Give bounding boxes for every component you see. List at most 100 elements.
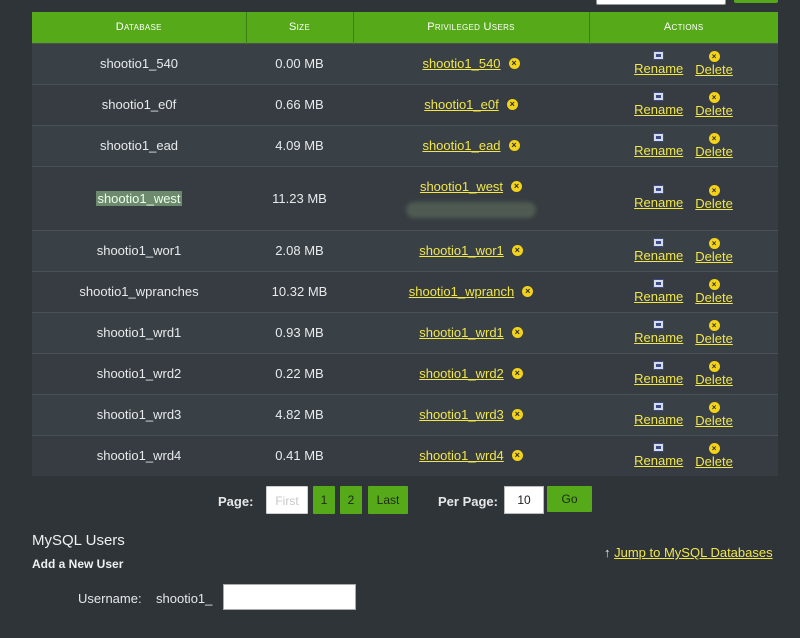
rename-icon[interactable] bbox=[653, 442, 665, 452]
rename-action[interactable]: Rename bbox=[634, 91, 683, 118]
delete-action[interactable]: × Delete bbox=[695, 278, 733, 305]
revoke-user-icon[interactable]: × bbox=[511, 327, 523, 338]
rename-icon[interactable] bbox=[653, 360, 665, 370]
revoke-user-icon[interactable]: × bbox=[508, 58, 520, 69]
rename-action[interactable]: Rename bbox=[634, 360, 683, 387]
revoke-user-icon[interactable]: × bbox=[508, 140, 520, 151]
row-actions: Rename × Delete bbox=[589, 278, 778, 305]
rename-icon[interactable] bbox=[653, 132, 665, 142]
delete-icon[interactable]: × bbox=[708, 360, 720, 372]
rename-action[interactable]: Rename bbox=[634, 185, 683, 211]
revoke-user-icon[interactable]: × bbox=[511, 180, 523, 192]
privileged-user-link[interactable]: shootio1_e0f bbox=[424, 97, 498, 112]
delete-action[interactable]: × Delete bbox=[695, 319, 733, 346]
privileged-user-link[interactable]: shootio1_wpranch bbox=[409, 284, 515, 299]
jump-to-databases-link[interactable]: Jump to MySQL Databases bbox=[614, 545, 772, 560]
column-header-size[interactable]: Size bbox=[246, 12, 354, 43]
row-actions: Rename × Delete bbox=[589, 319, 778, 346]
database-size: 10.32 MB bbox=[271, 284, 328, 299]
rename-icon[interactable] bbox=[653, 401, 665, 411]
privileged-user-link[interactable]: shootio1_wrd2 bbox=[419, 366, 504, 381]
delete-icon[interactable]: × bbox=[708, 442, 720, 454]
privileged-user-link[interactable]: shootio1_wrd3 bbox=[419, 407, 504, 422]
delete-action[interactable]: × Delete bbox=[695, 360, 733, 387]
rename-icon[interactable] bbox=[653, 91, 665, 101]
actions-cell: Rename × Delete bbox=[589, 229, 778, 271]
rename-action[interactable]: Rename bbox=[634, 442, 683, 469]
privileged-user-link[interactable]: shootio1_wrd4 bbox=[419, 448, 504, 463]
delete-icon[interactable]: × bbox=[708, 132, 720, 144]
delete-link[interactable]: Delete bbox=[695, 454, 733, 469]
delete-icon[interactable]: × bbox=[708, 401, 720, 413]
delete-action[interactable]: × Delete bbox=[695, 132, 733, 159]
revoke-user-icon[interactable]: × bbox=[511, 450, 523, 462]
rename-link[interactable]: Rename bbox=[634, 143, 683, 158]
delete-link[interactable]: Delete bbox=[695, 372, 733, 387]
privileged-user-link[interactable]: shootio1_540 bbox=[422, 56, 500, 71]
rename-link[interactable]: Rename bbox=[634, 371, 683, 386]
revoke-user-icon[interactable]: × bbox=[511, 368, 523, 379]
per-page-go-button[interactable]: Go bbox=[547, 486, 592, 512]
delete-action[interactable]: × Delete bbox=[695, 442, 733, 469]
delete-action[interactable]: × Delete bbox=[695, 185, 733, 211]
rename-action[interactable]: Rename bbox=[634, 319, 683, 346]
privileged-user-link[interactable]: shootio1_wrd1 bbox=[419, 325, 504, 340]
delete-action[interactable]: × Delete bbox=[695, 401, 733, 428]
privileged-user-link[interactable]: shootio1_ead bbox=[422, 138, 500, 153]
rename-link[interactable]: Rename bbox=[634, 102, 683, 117]
rename-action[interactable]: Rename bbox=[634, 278, 683, 305]
first-page-button[interactable]: First bbox=[266, 486, 308, 514]
delete-icon[interactable]: × bbox=[708, 50, 720, 62]
rename-action[interactable]: Rename bbox=[634, 132, 683, 159]
rename-icon[interactable] bbox=[653, 50, 665, 60]
per-page-input[interactable]: 10 bbox=[504, 486, 544, 514]
revoke-user-icon[interactable]: × bbox=[511, 409, 523, 420]
delete-link[interactable]: Delete bbox=[695, 197, 733, 211]
database-size: 0.00 MB bbox=[275, 56, 324, 71]
revoke-user-icon[interactable]: × bbox=[506, 99, 518, 110]
search-go-button[interactable] bbox=[734, 0, 778, 3]
actions-cell: Rename × Delete bbox=[589, 352, 778, 394]
privileged-user-link[interactable]: shootio1_west bbox=[420, 179, 503, 194]
column-header-database[interactable]: Database bbox=[32, 12, 247, 43]
search-database-input[interactable] bbox=[596, 0, 726, 5]
delete-link[interactable]: Delete bbox=[695, 249, 733, 264]
privileged-user: shootio1_wrd2 × bbox=[419, 366, 523, 381]
delete-link[interactable]: Delete bbox=[695, 144, 733, 159]
rename-link[interactable]: Rename bbox=[634, 196, 683, 210]
rename-icon[interactable] bbox=[653, 278, 665, 288]
delete-link[interactable]: Delete bbox=[695, 413, 733, 428]
delete-icon[interactable]: × bbox=[708, 278, 720, 290]
delete-action[interactable]: × Delete bbox=[695, 237, 733, 264]
delete-link[interactable]: Delete bbox=[695, 331, 733, 346]
rename-link[interactable]: Rename bbox=[634, 453, 683, 468]
delete-action[interactable]: × Delete bbox=[695, 91, 733, 118]
delete-icon[interactable]: × bbox=[708, 237, 720, 249]
revoke-user-icon[interactable]: × bbox=[522, 286, 534, 297]
delete-link[interactable]: Delete bbox=[695, 290, 733, 305]
delete-icon[interactable]: × bbox=[708, 91, 720, 103]
rename-icon[interactable] bbox=[653, 185, 665, 194]
delete-link[interactable]: Delete bbox=[695, 103, 733, 118]
username-input[interactable] bbox=[223, 584, 356, 610]
database-name: shootio1_wrd1 bbox=[96, 325, 182, 340]
delete-icon[interactable]: × bbox=[708, 185, 720, 196]
delete-icon[interactable]: × bbox=[708, 319, 720, 331]
rename-link[interactable]: Rename bbox=[634, 248, 683, 263]
rename-link[interactable]: Rename bbox=[634, 412, 683, 427]
rename-icon[interactable] bbox=[653, 237, 665, 247]
delete-link[interactable]: Delete bbox=[695, 62, 733, 77]
rename-action[interactable]: Rename bbox=[634, 401, 683, 428]
last-page-button[interactable]: Last bbox=[368, 486, 408, 514]
delete-action[interactable]: × Delete bbox=[695, 50, 733, 77]
page-1-button[interactable]: 1 bbox=[313, 486, 335, 514]
rename-icon[interactable] bbox=[653, 319, 665, 329]
revoke-user-icon[interactable]: × bbox=[511, 245, 523, 256]
rename-link[interactable]: Rename bbox=[634, 61, 683, 76]
rename-action[interactable]: Rename bbox=[634, 237, 683, 264]
rename-link[interactable]: Rename bbox=[634, 330, 683, 345]
privileged-user-link[interactable]: shootio1_wor1 bbox=[419, 243, 504, 258]
page-2-button[interactable]: 2 bbox=[340, 486, 362, 514]
rename-action[interactable]: Rename bbox=[634, 50, 683, 77]
rename-link[interactable]: Rename bbox=[634, 289, 683, 304]
